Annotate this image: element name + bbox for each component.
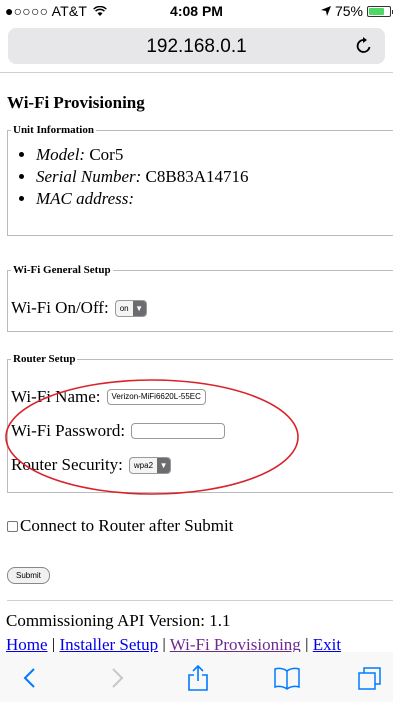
toolbar-divider bbox=[0, 72, 393, 73]
wifi-onoff-value: on bbox=[119, 303, 129, 313]
browser-toolbar bbox=[0, 652, 393, 702]
unit-info-mac: MAC address: bbox=[36, 188, 393, 210]
address-bar[interactable]: 192.168.0.1 bbox=[8, 28, 385, 64]
chevron-down-icon: ▼ bbox=[132, 300, 146, 316]
connect-router-checkbox[interactable] bbox=[7, 520, 18, 532]
submit-button[interactable]: Submit bbox=[7, 567, 50, 584]
api-version: Commissioning API Version: 1.1 bbox=[6, 611, 231, 630]
status-right: 75% bbox=[320, 3, 393, 19]
wifi-password-input[interactable] bbox=[131, 423, 226, 439]
model-value: Cor5 bbox=[89, 145, 124, 164]
status-bar: ●○○○○ AT&T 4:08 PM 75% bbox=[0, 0, 393, 22]
wifi-general-legend: Wi-Fi General Setup bbox=[13, 264, 111, 276]
wifi-name-row: Wi-Fi Name: Verizon-MiFi6620L-55EC bbox=[11, 387, 206, 407]
router-security-row: Router Security: wpa2 ▼ bbox=[11, 455, 172, 475]
router-setup-legend: Router Setup bbox=[13, 353, 76, 365]
chevron-down-icon: ▼ bbox=[157, 457, 171, 473]
router-security-select[interactable]: wpa2 ▼ bbox=[128, 456, 172, 474]
unit-info-list: Model: Cor5 Serial Number: C8B83A14716 M… bbox=[8, 144, 393, 210]
wifi-name-input[interactable]: Verizon-MiFi6620L-55EC bbox=[106, 389, 206, 405]
wifi-onoff-row: Wi-Fi On/Off: on ▼ bbox=[11, 298, 147, 318]
wifi-password-label: Wi-Fi Password: bbox=[11, 421, 126, 440]
forward-button[interactable] bbox=[103, 664, 133, 692]
model-label: Model: bbox=[36, 145, 86, 164]
reload-icon[interactable] bbox=[355, 36, 373, 56]
bookmarks-icon bbox=[274, 667, 300, 690]
wifi-name-label: Wi-Fi Name: bbox=[11, 387, 101, 406]
unit-info-model: Model: Cor5 bbox=[36, 144, 393, 166]
wifi-onoff-label: Wi-Fi On/Off: bbox=[11, 298, 109, 317]
mac-label: MAC address: bbox=[36, 189, 135, 208]
location-arrow-icon bbox=[320, 6, 331, 16]
page-title: Wi-Fi Provisioning bbox=[7, 93, 145, 112]
battery-icon bbox=[367, 5, 393, 17]
footer-divider bbox=[7, 600, 393, 601]
tabs-icon bbox=[358, 667, 381, 690]
unit-information-fieldset: Unit Information Model: Cor5 Serial Numb… bbox=[7, 124, 393, 236]
tabs-button[interactable] bbox=[355, 664, 385, 692]
wifi-onoff-select[interactable]: on ▼ bbox=[114, 299, 147, 317]
chevron-left-icon bbox=[23, 668, 35, 688]
back-button[interactable] bbox=[14, 664, 44, 692]
share-icon bbox=[188, 664, 208, 691]
serial-label: Serial Number: bbox=[36, 167, 142, 186]
battery-percent: 75% bbox=[334, 3, 363, 19]
wifi-password-row: Wi-Fi Password: bbox=[11, 421, 226, 441]
unit-information-legend: Unit Information bbox=[13, 124, 94, 136]
share-button[interactable] bbox=[183, 664, 213, 692]
url-text[interactable]: 192.168.0.1 bbox=[8, 36, 385, 58]
connect-router-row: Connect to Router after Submit bbox=[7, 516, 233, 536]
connect-router-label: Connect to Router after Submit bbox=[20, 516, 234, 535]
router-security-label: Router Security: bbox=[11, 455, 123, 474]
battery-level bbox=[369, 7, 384, 15]
router-security-value: wpa2 bbox=[133, 460, 154, 470]
bookmarks-button[interactable] bbox=[272, 664, 302, 692]
serial-value: C8B83A14716 bbox=[145, 167, 249, 186]
unit-info-serial: Serial Number: C8B83A14716 bbox=[36, 166, 393, 188]
chevron-right-icon bbox=[112, 668, 124, 688]
